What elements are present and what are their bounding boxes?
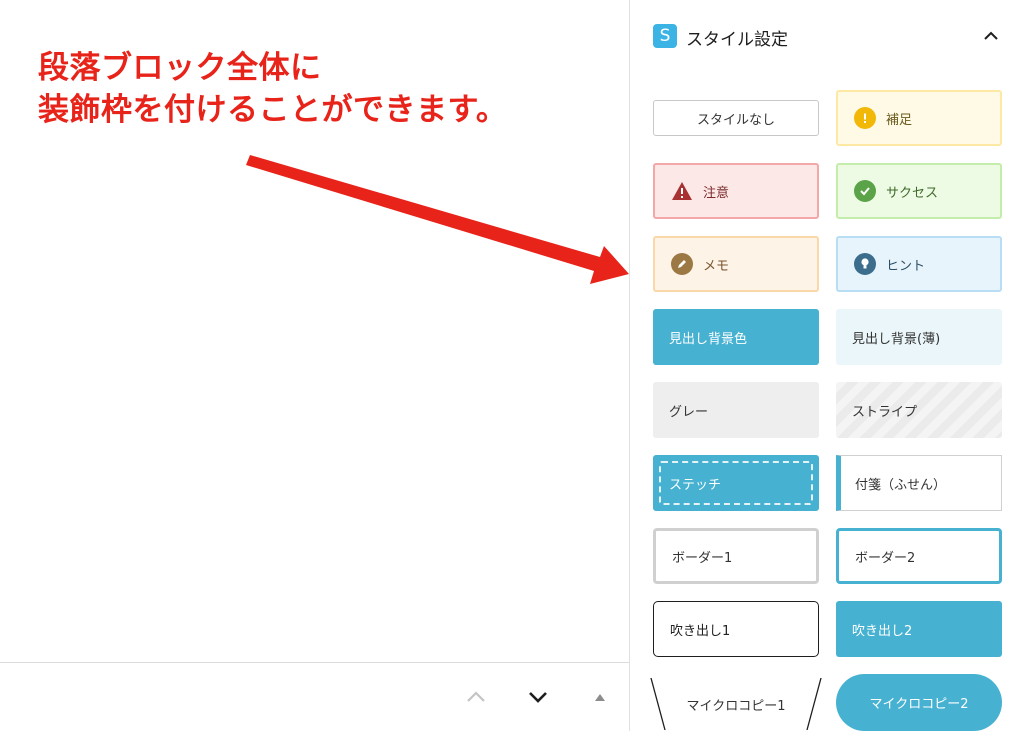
style-stripe-label: ストライプ [852, 404, 918, 420]
exclamation-icon [854, 107, 876, 129]
chevron-up-icon[interactable] [981, 26, 1001, 46]
slash-left-icon [650, 677, 666, 731]
style-head-label: 見出し背景色 [669, 331, 748, 347]
panel-title: スタイル設定 [686, 30, 788, 50]
style-gray-label: グレー [669, 404, 709, 420]
move-down-button[interactable] [522, 681, 554, 713]
style-success-label: サクセス [886, 185, 939, 201]
style-memo-button[interactable]: メモ [653, 236, 819, 292]
block-toolbar-bottom [0, 662, 629, 731]
style-hint-label: ヒント [886, 258, 926, 274]
style-balloon2-button[interactable]: 吹き出し2 [836, 601, 1002, 657]
slash-right-icon [806, 677, 822, 731]
style-hint-button[interactable]: ヒント [836, 236, 1002, 292]
style-stitch-button[interactable]: ステッチ [653, 455, 819, 511]
style-border1-button[interactable]: ボーダー1 [653, 528, 819, 584]
style-hosoku-button[interactable]: 補足 [836, 90, 1002, 146]
style-success-button[interactable]: サクセス [836, 163, 1002, 219]
chevron-down-icon [529, 692, 547, 703]
style-microcopy2-label: マイクロコピー2 [869, 697, 969, 712]
swell-logo-icon: S [653, 24, 677, 48]
style-none-label: スタイルなし [696, 112, 775, 128]
style-head-light-button[interactable]: 見出し背景(薄) [836, 309, 1002, 365]
style-microcopy1-button[interactable]: マイクロコピー1 [650, 676, 822, 731]
editor-canvas: 段落ブロック全体に 装飾枠を付けることができます。 [0, 0, 629, 731]
check-icon [854, 180, 876, 202]
style-head-button[interactable]: 見出し背景色 [653, 309, 819, 365]
style-fusen-label: 付箋（ふせん） [855, 477, 947, 493]
stitch-border [659, 461, 813, 505]
style-stripe-button[interactable]: ストライプ [836, 382, 1002, 438]
chevron-up-icon [467, 691, 485, 702]
triangle-up-icon [595, 694, 605, 701]
style-memo-label: メモ [703, 258, 730, 274]
style-fusen-button[interactable]: 付箋（ふせん） [836, 455, 1002, 511]
annotation-line-1: 段落ブロック全体に [38, 50, 322, 86]
style-panel-header[interactable]: S スタイル設定 [630, 0, 1024, 72]
style-none-button[interactable]: スタイルなし [653, 100, 819, 136]
style-microcopy1-label: マイクロコピー1 [686, 698, 786, 714]
style-border2-button[interactable]: ボーダー2 [836, 528, 1002, 584]
lightbulb-icon [854, 253, 876, 275]
style-border1-label: ボーダー1 [672, 550, 733, 566]
style-head-light-label: 見出し背景(薄) [852, 331, 941, 347]
style-hosoku-label: 補足 [886, 112, 913, 128]
pencil-icon [671, 253, 693, 275]
style-microcopy2-button[interactable]: マイクロコピー2 [836, 674, 1002, 731]
annotation-text: 段落ブロック全体に 装飾枠を付けることができます。 [38, 47, 507, 131]
warning-icon [672, 182, 692, 200]
style-chui-label: 注意 [703, 185, 730, 201]
options-button[interactable] [584, 681, 616, 713]
move-up-button[interactable] [460, 681, 492, 713]
style-gray-button[interactable]: グレー [653, 382, 819, 438]
style-chui-button[interactable]: 注意 [653, 163, 819, 219]
style-border2-label: ボーダー2 [855, 550, 916, 566]
style-balloon2-label: 吹き出し2 [852, 623, 913, 639]
style-balloon1-button[interactable]: 吹き出し1 [653, 601, 819, 657]
style-balloon1-label: 吹き出し1 [670, 623, 731, 639]
settings-sidebar: S スタイル設定 スタイルなし 補足 注意 サクセス メモ ヒント 見出し背景色… [629, 0, 1024, 731]
annotation-line-2: 装飾枠を付けることができます。 [38, 92, 508, 128]
